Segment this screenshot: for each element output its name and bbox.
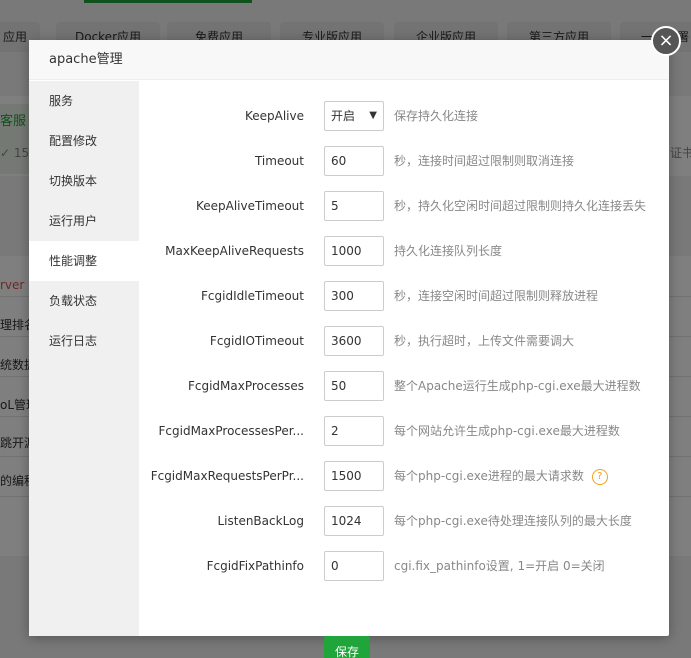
form-help-text: cgi.fix_pathinfo设置, 1=开启 0=关闭 <box>394 559 605 573</box>
keepalive-select[interactable]: 开启 ▼ <box>324 101 384 131</box>
fcgid-idle-timeout-input[interactable] <box>324 281 384 311</box>
form-row-fcgid-max-processes-per-class: FcgidMaxProcessesPer... 每个网站允许生成php-cgi.… <box>139 416 669 446</box>
form-help-text: 每个php-cgi.exe进程的最大请求数? <box>394 461 608 491</box>
dialog-header: apache管理 <box>29 40 669 80</box>
fcgid-max-processes-input[interactable] <box>324 371 384 401</box>
form-row-listen-backlog: ListenBackLog 每个php-cgi.exe待处理连接队列的最大长度 <box>139 506 669 536</box>
sidebar-item-run-user[interactable]: 运行用户 <box>29 201 139 241</box>
form-help-text: 秒，连接时间超过限制则取消连接 <box>394 154 575 168</box>
sidebar-item-run-log[interactable]: 运行日志 <box>29 321 139 361</box>
timeout-input[interactable] <box>324 146 384 176</box>
form-row-fcgid-max-processes: FcgidMaxProcesses 整个Apache运行生成php-cgi.ex… <box>139 371 669 401</box>
form-label: KeepAlive <box>244 109 304 123</box>
close-button[interactable]: × <box>651 26 681 56</box>
form-label: ListenBackLog <box>217 514 304 528</box>
sidebar-item-performance[interactable]: 性能调整 <box>29 241 139 281</box>
form-row-max-keepalive-requests: MaxKeepAliveRequests 持久化连接队列长度 <box>139 236 669 266</box>
sidebar-item-load-status[interactable]: 负载状态 <box>29 281 139 321</box>
apache-manager-dialog: apache管理 服务 配置修改 切换版本 运行用户 性能调整 负载状态 运行日… <box>29 40 669 658</box>
fcgid-io-timeout-input[interactable] <box>324 326 384 356</box>
performance-form: KeepAlive 开启 ▼ 保存持久化连接 Timeout 秒，连接时间超过限… <box>139 81 669 658</box>
form-row-timeout: Timeout 秒，连接时间超过限制则取消连接 <box>139 146 669 176</box>
form-help-text: 秒，执行超时，上传文件需要调大 <box>394 334 575 348</box>
form-label: FcgidIOTimeout <box>209 334 304 348</box>
max-keepalive-requests-input[interactable] <box>324 236 384 266</box>
chevron-down-icon: ▼ <box>369 110 377 121</box>
form-help-text: 秒，连接空闲时间超过限制则释放进程 <box>394 289 599 303</box>
fcgid-fix-pathinfo-input[interactable] <box>324 551 384 581</box>
dialog-sidebar: 服务 配置修改 切换版本 运行用户 性能调整 负载状态 运行日志 <box>29 81 139 636</box>
form-label: FcgidMaxProcessesPer... <box>158 424 305 438</box>
save-button[interactable]: 保存 <box>324 636 370 658</box>
form-label: MaxKeepAliveRequests <box>165 244 304 258</box>
form-row-keepalive-timeout: KeepAliveTimeout 秒，持久化空闲时间超过限制则持久化连接丢失 <box>139 191 669 221</box>
form-help-text: 持久化连接队列长度 <box>394 244 503 258</box>
form-label: FcgidIdleTimeout <box>201 289 304 303</box>
fcgid-max-requests-per-process-input[interactable] <box>324 461 384 491</box>
sidebar-item-switch-version[interactable]: 切换版本 <box>29 161 139 201</box>
dialog-title: apache管理 <box>49 52 123 67</box>
form-row-fcgid-fix-pathinfo: FcgidFixPathinfo cgi.fix_pathinfo设置, 1=开… <box>139 551 669 581</box>
form-help-text: 每个php-cgi.exe待处理连接队列的最大长度 <box>394 514 632 528</box>
form-label: FcgidMaxProcesses <box>187 379 304 393</box>
keepalive-timeout-input[interactable] <box>324 191 384 221</box>
listen-backlog-input[interactable] <box>324 506 384 536</box>
form-help-text: 每个网站允许生成php-cgi.exe最大进程数 <box>394 424 620 438</box>
form-row-fcgid-idle-timeout: FcgidIdleTimeout 秒，连接空闲时间超过限制则释放进程 <box>139 281 669 311</box>
form-row-fcgid-io-timeout: FcgidIOTimeout 秒，执行超时，上传文件需要调大 <box>139 326 669 356</box>
help-text: 每个php-cgi.exe进程的最大请求数 <box>394 469 584 483</box>
form-label: Timeout <box>254 154 304 168</box>
question-circle-icon[interactable]: ? <box>591 468 608 485</box>
form-help-text: 整个Apache运行生成php-cgi.exe最大进程数 <box>394 379 641 393</box>
form-label: KeepAliveTimeout <box>195 199 304 213</box>
select-value: 开启 <box>331 109 356 123</box>
sidebar-item-service[interactable]: 服务 <box>29 81 139 121</box>
sidebar-item-config[interactable]: 配置修改 <box>29 121 139 161</box>
form-help-text: 秒，持久化空闲时间超过限制则持久化连接丢失 <box>394 199 647 213</box>
form-help-text: 保存持久化连接 <box>394 109 479 123</box>
fcgid-max-processes-per-class-input[interactable] <box>324 416 384 446</box>
close-icon: × <box>658 30 674 51</box>
form-label: FcgidMaxRequestsPerPr... <box>150 469 304 483</box>
form-row-keepalive: KeepAlive 开启 ▼ 保存持久化连接 <box>139 101 669 131</box>
form-row-fcgid-max-requests-per-process: FcgidMaxRequestsPerPr... 每个php-cgi.exe进程… <box>139 461 669 491</box>
form-label: FcgidFixPathinfo <box>206 559 304 573</box>
